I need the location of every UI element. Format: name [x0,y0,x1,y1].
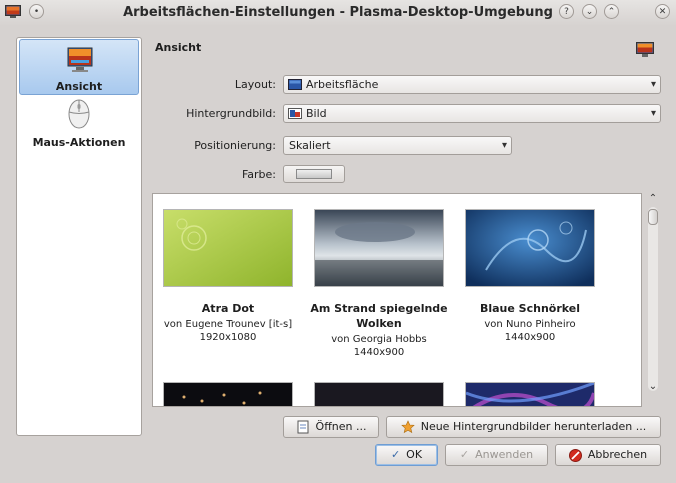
monitor-icon [67,47,93,72]
color-swatch [296,169,332,179]
cancel-button[interactable]: Abbrechen [555,444,661,466]
maximize-button[interactable]: ⌃ [604,4,619,19]
wallpaper-scrollbar[interactable]: ⌃ ⌄ [645,193,661,407]
cancel-icon [568,448,582,462]
wallpaper-name: Blaue Schnörkel [479,302,581,315]
download-button-label: Neue Hintergrundbilder herunterladen ... [420,420,647,433]
sidebar: Ansicht Maus-Aktionen [16,37,142,436]
wallpaper-author: von Georgia Hobbs [331,334,427,345]
minimize-button[interactable]: ⌄ [582,4,597,19]
layout-select[interactable]: Arbeitsfläche ▾ [283,75,661,94]
page-title: Ansicht [155,41,202,54]
window-menu-button[interactable]: • [29,4,44,19]
wallpaper-resolution: 1920x1080 [199,332,257,343]
open-button-label: Öffnen ... [315,420,367,433]
wallpaper-author: von Eugene Trounev [it-s] [163,319,293,330]
chevron-down-icon: ▾ [650,108,656,119]
positioning-select[interactable]: Skaliert ▾ [283,136,512,155]
scroll-up-icon[interactable]: ⌃ [645,193,661,205]
open-button[interactable]: Öffnen ... [283,416,379,438]
mouse-icon [68,99,90,129]
wallpaper-thumbnail[interactable] [314,209,444,287]
sidebar-item-ansicht[interactable]: Ansicht [19,39,139,95]
check-icon: ✓ [459,448,470,461]
wallpaper-select[interactable]: Bild ▾ [283,104,661,123]
wallpaper-resolution: 1440x900 [504,332,556,343]
close-button[interactable]: ✕ [655,4,670,19]
wallpaper-list[interactable]: Atra Dot von Eugene Trounev [it-s] 1920x… [152,193,642,407]
color-button[interactable] [283,165,345,183]
desktop-icon [288,79,302,90]
sidebar-item-label: Ansicht [55,80,103,93]
wallpaper-label: Hintergrundbild: [186,107,276,120]
positioning-label: Positionierung: [194,139,276,152]
wallpaper-thumbnail[interactable] [163,382,293,406]
window-title: Arbeitsflächen-Einstellungen - Plasma-De… [123,5,553,20]
color-label: Farbe: [241,168,276,181]
wallpaper-resolution: 1440x900 [353,347,405,358]
check-icon: ✓ [390,448,401,461]
download-wallpapers-button[interactable]: Neue Hintergrundbilder herunterladen ... [386,416,661,438]
layout-label: Layout: [234,78,276,91]
wallpaper-thumbnail[interactable] [163,209,293,287]
scroll-down-icon[interactable]: ⌄ [645,381,661,393]
chevron-down-icon: ▾ [650,79,656,90]
wallpaper-thumbnail[interactable] [465,209,595,287]
monitor-icon [636,42,654,57]
wallpaper-name: Am Strand spiegelnde Wolken [310,302,448,330]
document-open-icon [297,420,309,434]
chevron-down-icon: ▾ [501,140,507,151]
apply-button[interactable]: ✓ Anwenden [445,444,548,466]
star-icon [400,420,415,434]
scroll-track[interactable] [648,207,658,391]
image-icon [288,108,302,119]
title-bar: • Arbeitsflächen-Einstellungen - Plasma-… [0,0,676,26]
wallpaper-author: von Nuno Pinheiro [484,319,576,330]
sidebar-item-maus-aktionen[interactable]: Maus-Aktionen [19,96,139,152]
wallpaper-name: Atra Dot [201,302,255,315]
sidebar-item-label: Maus-Aktionen [32,136,126,149]
ok-button[interactable]: ✓ OK [375,444,438,466]
scroll-thumb[interactable] [648,209,658,225]
app-icon[interactable] [5,5,21,19]
wallpaper-thumbnail[interactable] [314,382,444,406]
wallpaper-thumbnail[interactable] [465,381,596,406]
help-button[interactable]: ? [559,4,574,19]
